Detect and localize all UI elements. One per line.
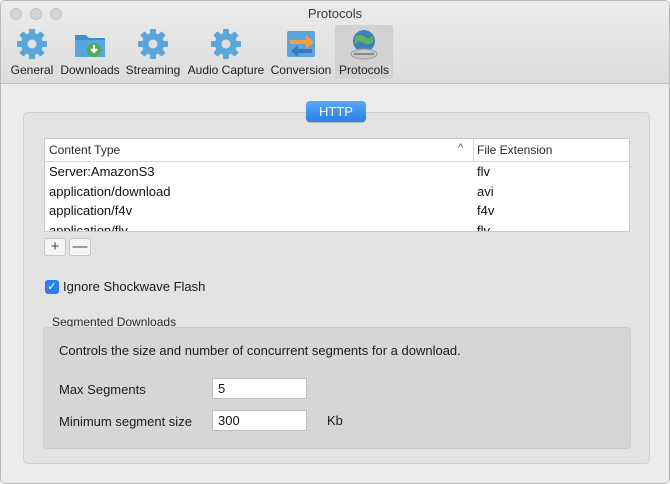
tab-downloads[interactable]: Downloads bbox=[59, 25, 121, 79]
minimum-segment-size-label: Minimum segment size bbox=[59, 414, 192, 429]
table-header: Content Type ^ File Extension bbox=[45, 139, 629, 162]
tab-label: Audio Capture bbox=[187, 63, 265, 77]
column-header-content-type[interactable]: Content Type bbox=[49, 143, 120, 157]
cell-content-type: application/f4v bbox=[49, 203, 133, 218]
protocols-pane: Content Type ^ File Extension Server:Ama… bbox=[1, 84, 669, 483]
cell-file-extension: flv bbox=[477, 222, 490, 232]
content-type-table[interactable]: Content Type ^ File Extension Server:Ama… bbox=[44, 138, 630, 232]
tab-protocols[interactable]: Protocols bbox=[335, 25, 393, 79]
tab-label: Protocols bbox=[338, 63, 390, 77]
minimum-segment-size-input[interactable] bbox=[212, 410, 307, 431]
column-divider bbox=[473, 139, 474, 161]
tab-audio-capture[interactable]: Audio Capture bbox=[186, 25, 266, 79]
gear-icon bbox=[17, 29, 47, 59]
add-row-button[interactable]: + bbox=[44, 238, 66, 256]
tab-streaming[interactable]: Streaming bbox=[124, 25, 182, 79]
tab-label: Conversion bbox=[270, 63, 332, 77]
table-row[interactable]: application/flv flv bbox=[45, 221, 629, 232]
gear-icon bbox=[138, 29, 168, 59]
cell-content-type: application/flv bbox=[49, 222, 128, 232]
column-header-file-extension[interactable]: File Extension bbox=[477, 143, 552, 157]
table-row[interactable]: application/f4v f4v bbox=[45, 201, 629, 221]
max-segments-label: Max Segments bbox=[59, 382, 146, 397]
title-bar: Protocols General Downloads Streaming Au… bbox=[1, 1, 669, 84]
table-row[interactable]: application/download avi bbox=[45, 182, 629, 202]
cell-file-extension: flv bbox=[477, 164, 490, 179]
sort-ascending-icon: ^ bbox=[458, 142, 464, 154]
tab-general[interactable]: General bbox=[7, 25, 57, 79]
segment-size-unit: Kb bbox=[327, 413, 343, 428]
cell-content-type: application/download bbox=[49, 183, 171, 199]
max-segments-input[interactable] bbox=[212, 378, 307, 399]
window-title: Protocols bbox=[307, 6, 363, 21]
segmented-downloads-box: Controls the size and number of concurre… bbox=[43, 327, 631, 449]
http-panel: Content Type ^ File Extension Server:Ama… bbox=[23, 112, 650, 464]
gear-icon bbox=[211, 29, 241, 59]
tab-label: Downloads bbox=[60, 63, 120, 77]
globe-link-icon bbox=[350, 30, 378, 60]
tab-label: General bbox=[10, 63, 54, 77]
cell-file-extension: f4v bbox=[477, 203, 495, 218]
preferences-window: Protocols General Downloads Streaming Au… bbox=[0, 0, 670, 484]
cell-content-type: Server:AmazonS3 bbox=[49, 164, 155, 179]
tab-label: Streaming bbox=[125, 63, 181, 77]
convert-arrows-icon bbox=[287, 31, 315, 57]
http-segment-button[interactable]: HTTP bbox=[306, 101, 366, 122]
remove-row-button[interactable]: — bbox=[69, 238, 91, 256]
cell-file-extension: avi bbox=[477, 183, 494, 199]
table-row[interactable]: Server:AmazonS3 flv bbox=[45, 162, 629, 182]
ignore-shockwave-flash-checkbox[interactable]: ✓ bbox=[45, 280, 59, 294]
segmented-downloads-description: Controls the size and number of concurre… bbox=[59, 343, 461, 358]
ignore-shockwave-flash-label[interactable]: Ignore Shockwave Flash bbox=[63, 279, 205, 294]
download-folder-icon bbox=[75, 35, 105, 57]
tab-conversion[interactable]: Conversion bbox=[269, 25, 333, 79]
